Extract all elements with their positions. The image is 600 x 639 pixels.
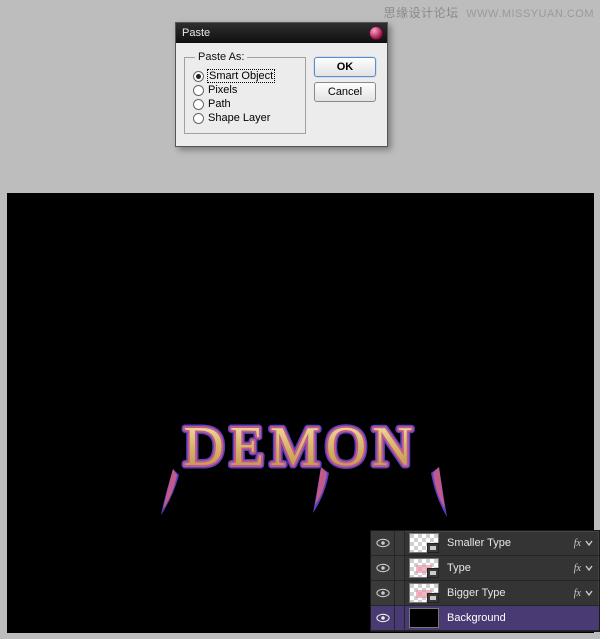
dialog-buttons: OK Cancel <box>314 57 376 134</box>
fx-label: fx <box>574 563 583 574</box>
radio-icon <box>193 85 204 96</box>
demon-text: DEMON DEMON DEMON <box>121 405 481 525</box>
layer-thumbnail[interactable] <box>409 583 439 603</box>
close-icon[interactable] <box>369 26 383 40</box>
radio-path[interactable]: Path <box>193 97 297 111</box>
visibility-toggle[interactable] <box>371 606 395 630</box>
layer-thumbnail[interactable] <box>409 608 439 628</box>
smart-object-badge-icon <box>427 543 439 553</box>
link-column <box>395 581 405 605</box>
paste-dialog: Paste Paste As: Smart Object Pixels Path… <box>175 22 388 147</box>
eye-icon <box>376 588 390 598</box>
layer-name[interactable]: Background <box>447 612 599 624</box>
visibility-toggle[interactable] <box>371 556 395 580</box>
layer-name[interactable]: Type <box>447 562 574 574</box>
eye-icon <box>376 563 390 573</box>
radio-smart-object[interactable]: Smart Object <box>193 69 297 83</box>
watermark-en: WWW.MISSYUAN.COM <box>466 8 594 20</box>
eye-icon <box>376 613 390 623</box>
dialog-titlebar[interactable]: Paste <box>176 23 387 43</box>
radio-icon <box>193 99 204 110</box>
expand-effects-button[interactable] <box>583 588 595 598</box>
watermark: 思缘设计论坛 WWW.MISSYUAN.COM <box>384 4 594 21</box>
smart-object-badge-icon <box>427 593 439 603</box>
radio-label: Pixels <box>208 84 237 96</box>
radio-shape-layer[interactable]: Shape Layer <box>193 111 297 125</box>
layer-row-smaller-type[interactable]: Smaller Type fx <box>371 531 599 556</box>
dialog-body: Paste As: Smart Object Pixels Path Shape… <box>176 43 387 146</box>
layer-thumbnail[interactable] <box>409 558 439 578</box>
radio-label: Smart Object <box>208 70 274 82</box>
watermark-cn: 思缘设计论坛 <box>384 6 459 20</box>
radio-pixels[interactable]: Pixels <box>193 83 297 97</box>
visibility-toggle[interactable] <box>371 531 395 555</box>
layer-row-type[interactable]: Type fx <box>371 556 599 581</box>
layer-name[interactable]: Bigger Type <box>447 587 574 599</box>
link-column <box>395 606 405 630</box>
layer-thumbnail[interactable] <box>409 533 439 553</box>
layer-row-bigger-type[interactable]: Bigger Type fx <box>371 581 599 606</box>
radio-icon <box>193 71 204 82</box>
expand-effects-button[interactable] <box>583 563 595 573</box>
link-column <box>395 556 405 580</box>
visibility-toggle[interactable] <box>371 581 395 605</box>
layer-name[interactable]: Smaller Type <box>447 537 574 549</box>
cancel-button[interactable]: Cancel <box>314 82 376 102</box>
dialog-title: Paste <box>182 27 210 39</box>
fx-label: fx <box>574 538 583 549</box>
spike-decoration <box>163 469 177 509</box>
expand-effects-button[interactable] <box>583 538 595 548</box>
demon-fill: DEMON <box>183 416 418 478</box>
link-column <box>395 531 405 555</box>
smart-object-badge-icon <box>427 568 439 578</box>
radio-icon <box>193 113 204 124</box>
fx-label: fx <box>574 588 583 599</box>
layer-row-background[interactable]: Background <box>371 606 599 631</box>
paste-as-fieldset: Paste As: Smart Object Pixels Path Shape… <box>184 51 306 134</box>
eye-icon <box>376 538 390 548</box>
radio-label: Path <box>208 98 231 110</box>
layers-panel: Smaller Type fx Type fx Bigger Type fx B… <box>370 530 600 632</box>
ok-button[interactable]: OK <box>314 57 376 77</box>
radio-label: Shape Layer <box>208 112 270 124</box>
paste-as-legend: Paste As: <box>195 51 247 63</box>
